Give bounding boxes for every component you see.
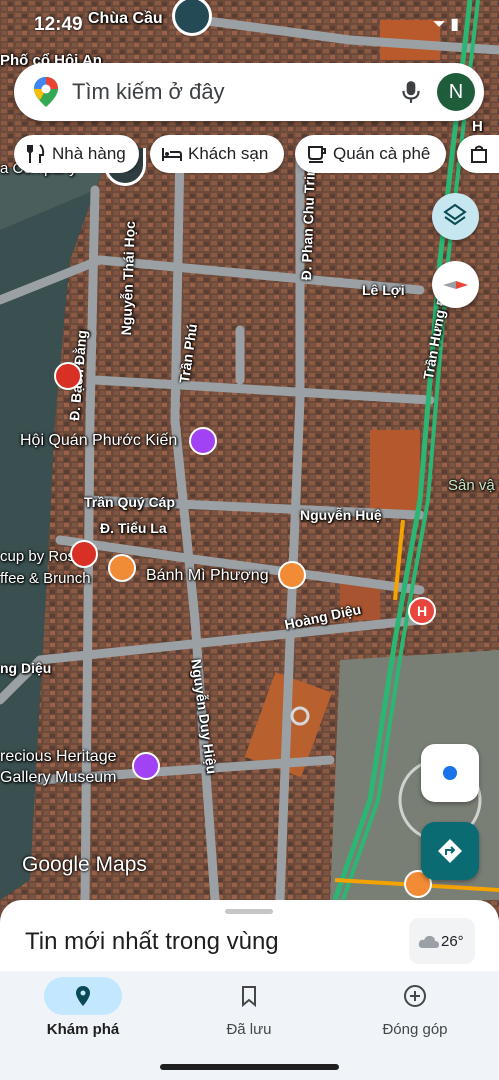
sheet-drag-handle[interactable] — [225, 909, 273, 914]
map-label-hoi-quan[interactable]: Hội Quán Phước Kiến — [20, 432, 177, 450]
map-label-banh-mi[interactable]: Bánh Mì Phượng — [146, 567, 269, 585]
explore-pin-icon — [76, 986, 90, 1006]
nav-saved[interactable]: Đã lưu — [166, 971, 332, 1051]
search-bar[interactable]: Tìm kiếm ở đây N — [14, 63, 484, 121]
street-nguyen-hue: Nguyễn Huệ — [300, 507, 382, 523]
map-label-chua-cau[interactable]: Chùa Cầu — [88, 10, 163, 28]
chip-coffee[interactable]: Quán cà phê — [295, 135, 446, 173]
directions-button[interactable] — [421, 822, 479, 880]
street-le-loi: Lê Lợi — [362, 282, 405, 298]
museum-poi-icon[interactable] — [132, 752, 160, 780]
google-maps-pin-icon — [34, 77, 58, 107]
hotel-icon — [162, 148, 182, 161]
nav-contribute[interactable]: Đóng góp — [332, 971, 498, 1051]
no-entry-icon — [70, 540, 98, 568]
bookmark-icon — [242, 986, 256, 1008]
sheet-title: Tin mới nhất trong vùng — [25, 928, 279, 955]
street-hoang-dieu-left: ng Diệu — [0, 660, 52, 676]
status-icons: ⏷ ▮ — [433, 14, 459, 34]
my-location-button[interactable] — [421, 744, 479, 802]
weather-temperature: 26° — [441, 933, 464, 950]
street-tran-quy-cap: Trần Quý Cáp — [84, 494, 176, 510]
add-circle-icon — [404, 985, 426, 1007]
layers-button[interactable] — [432, 193, 479, 240]
chip-hotels[interactable]: Khách sạn — [150, 135, 284, 173]
my-location-icon — [443, 766, 457, 780]
street-tieu-la: Đ. Tiểu La — [100, 520, 167, 536]
chip-label: Khách sạn — [188, 144, 269, 163]
coffee-icon — [308, 146, 326, 163]
museum-poi-icon[interactable] — [189, 427, 217, 455]
chip-label: Quán cà phê — [333, 144, 431, 163]
nav-explore[interactable]: Khám phá — [0, 971, 166, 1051]
microphone-icon[interactable] — [398, 79, 424, 105]
chip-label: Nhà hàng — [52, 144, 126, 163]
nav-explore-label: Khám phá — [46, 1021, 120, 1038]
map-label-san-van[interactable]: Sân vậ — [448, 477, 495, 494]
restaurant-poi-icon[interactable] — [278, 561, 306, 589]
cloud-icon — [418, 935, 439, 948]
hospital-poi-icon[interactable]: H — [408, 597, 436, 625]
battery-icon: ▮ — [450, 16, 459, 33]
map-label-top-right: H — [472, 118, 483, 135]
layers-icon — [443, 203, 467, 226]
home-indicator[interactable] — [160, 1064, 339, 1070]
directions-icon — [438, 839, 462, 863]
nav-contribute-label: Đóng góp — [382, 1021, 448, 1038]
status-time: 12:49 — [34, 14, 83, 35]
google-maps-watermark: Google Maps — [22, 853, 147, 876]
map-label-cup-by-ros[interactable]: cup by Ros — [0, 548, 75, 565]
weather-chip[interactable]: 26° — [409, 918, 475, 964]
wifi-icon: ⏷ — [432, 16, 446, 33]
map-label-heritage-sub[interactable]: Gallery Museum — [0, 769, 116, 787]
compass-icon — [443, 281, 468, 289]
category-chips: Nhà hàng Khách sạn Quán cà phê — [14, 135, 499, 173]
shopping-icon — [471, 145, 487, 163]
compass-button[interactable] — [432, 261, 479, 308]
search-input[interactable]: Tìm kiếm ở đây — [72, 79, 225, 105]
no-entry-icon — [54, 362, 82, 390]
chip-shopping[interactable] — [457, 135, 499, 173]
restaurant-poi-icon[interactable] — [108, 554, 136, 582]
account-avatar[interactable]: N — [437, 73, 475, 111]
nav-saved-label: Đã lưu — [226, 1021, 272, 1038]
map-label-heritage[interactable]: recious Heritage — [0, 748, 117, 766]
map-label-cup-by-ros-sub[interactable]: ffee & Brunch — [0, 570, 91, 587]
restaurant-icon — [27, 144, 45, 163]
chip-restaurants[interactable]: Nhà hàng — [14, 135, 139, 173]
